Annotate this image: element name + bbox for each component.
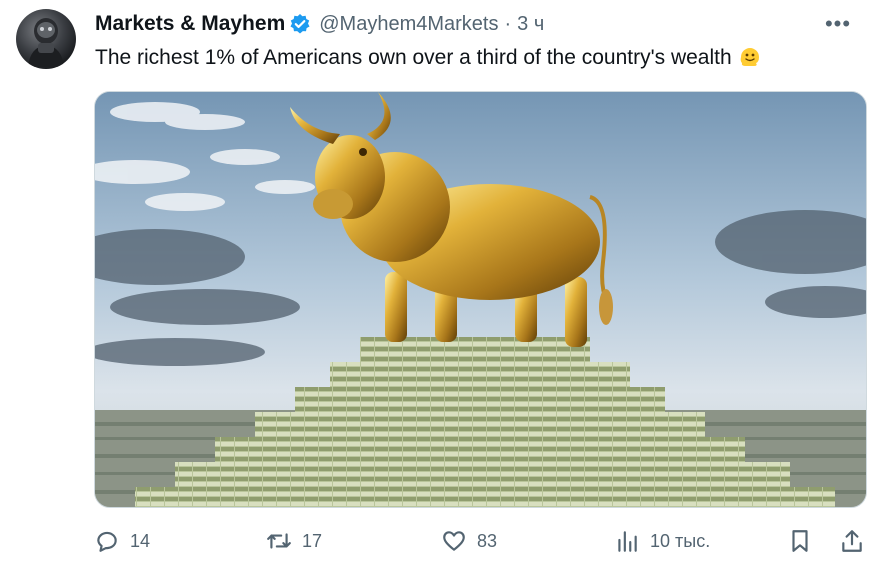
heart-icon [443, 531, 465, 551]
reply-button[interactable]: 14 [94, 525, 150, 557]
more-icon: ••• [824, 11, 852, 36]
tweet-actions: 14 17 83 10 тыс. [94, 525, 865, 557]
author-name[interactable]: Markets & Mayhem [95, 12, 285, 36]
author-handle[interactable]: @Mayhem4Markets [319, 13, 498, 36]
like-button[interactable]: 83 [441, 525, 497, 557]
bookmark-button[interactable] [787, 525, 813, 557]
separator-dot: · [504, 12, 512, 35]
tweet-text: The richest 1% of Americans own over a t… [95, 44, 856, 71]
retweet-icon [267, 533, 291, 549]
tweet-timestamp[interactable]: 3 ч [517, 13, 544, 36]
tweet-header: Markets & Mayhem @Mayhem4Markets · 3 ч •… [95, 11, 856, 37]
like-count: 83 [477, 530, 498, 551]
more-options-button[interactable]: ••• [820, 11, 856, 37]
retweet-count: 17 [302, 530, 323, 551]
retweet-button[interactable]: 17 [266, 525, 322, 557]
author-avatar[interactable] [16, 9, 76, 69]
golden-bull-money-pyramid-image [95, 92, 866, 507]
views-count: 10 тыс. [650, 530, 711, 551]
melting-face-emoji-icon [738, 44, 762, 68]
verified-badge-icon[interactable] [289, 13, 311, 35]
tweet-image[interactable] [94, 91, 867, 508]
tweet-body: The richest 1% of Americans own over a t… [95, 46, 732, 69]
share-icon [842, 530, 862, 552]
reply-icon [97, 531, 117, 552]
views-button[interactable]: 10 тыс. [614, 525, 710, 557]
views-icon [618, 531, 637, 552]
share-button[interactable] [839, 525, 865, 557]
reply-count: 14 [130, 530, 151, 551]
bookmark-icon [792, 530, 808, 552]
